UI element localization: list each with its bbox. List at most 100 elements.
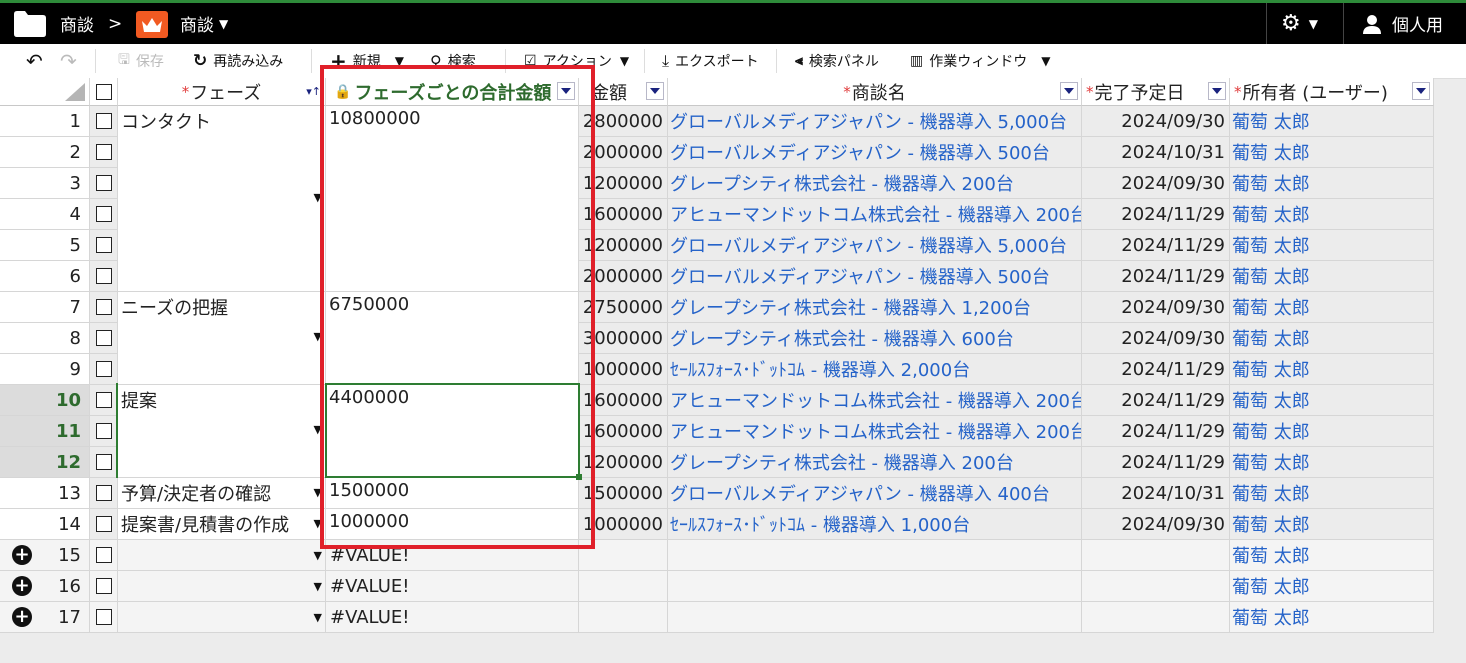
owner-link[interactable]: 葡萄 太郎 [1230,261,1434,292]
row-number[interactable]: 10 [0,385,90,416]
export-button[interactable]: ⤓ エクスポート [662,44,759,78]
deal-name-link[interactable]: ｾｰﾙｽﾌｫｰｽ･ﾄﾞｯﾄｺﾑ - 機器導入 1,000台 [668,509,1082,540]
close-date-cell[interactable]: 2024/10/31 [1082,137,1230,168]
add-row-icon[interactable]: + [12,576,32,596]
phase-total-cell[interactable]: #VALUE! [326,540,579,571]
owner-link[interactable]: 葡萄 太郎 [1230,292,1434,323]
row-checkbox[interactable] [95,299,112,315]
phase-total-cell[interactable]: 10800000 [326,106,579,292]
deal-name-link[interactable]: グレープシティ株式会社 - 機器導入 1,200台 [668,292,1082,323]
dropdown-caret-icon[interactable]: ▼ [314,580,322,593]
deal-name-link[interactable]: グローバルメディアジャパン - 機器導入 400台 [668,478,1082,509]
close-date-cell[interactable]: 2024/09/30 [1082,168,1230,199]
amount-cell[interactable]: 1600000 [579,416,668,447]
row-checkbox[interactable] [95,268,112,284]
deal-name-cell[interactable] [668,602,1082,633]
owner-link[interactable]: 葡萄 太郎 [1230,540,1434,571]
add-row-icon[interactable]: + [12,545,32,565]
undo-icon[interactable]: ↶ [26,44,43,78]
row-checkbox[interactable] [95,113,112,129]
deal-name-link[interactable]: グローバルメディアジャパン - 機器導入 500台 [668,137,1082,168]
deal-name-link[interactable]: アヒューマンドットコム株式会社 - 機器導入 200台 [668,416,1082,447]
page-title[interactable]: 商談 ▼ [180,3,228,44]
amount-cell[interactable] [579,571,668,602]
owner-link[interactable]: 葡萄 太郎 [1230,602,1434,633]
user-menu[interactable]: 個人用 [1362,3,1443,44]
phase-cell[interactable]: ▼ [118,540,326,571]
folder-icon[interactable] [14,11,46,37]
row-checkbox[interactable] [95,237,112,253]
row-number[interactable]: 14 [0,509,90,540]
amount-cell[interactable]: 1600000 [579,385,668,416]
row-number[interactable]: + 17 [0,602,90,633]
amount-cell[interactable]: 2750000 [579,292,668,323]
deal-name-link[interactable]: グレープシティ株式会社 - 機器導入 600台 [668,323,1082,354]
row-number[interactable]: + 15 [0,540,90,571]
filter-dropdown-icon[interactable] [1060,82,1078,100]
reload-button[interactable]: ↻ 再読み込み [193,44,283,78]
amount-cell[interactable]: 1200000 [579,168,668,199]
owner-link[interactable]: 葡萄 太郎 [1230,571,1434,602]
amount-cell[interactable]: 1600000 [579,199,668,230]
close-date-cell[interactable]: 2024/11/29 [1082,199,1230,230]
amount-cell[interactable] [579,602,668,633]
row-checkbox[interactable] [95,547,112,563]
deal-name-link[interactable]: アヒューマンドットコム株式会社 - 機器導入 200台 [668,385,1082,416]
dropdown-caret-icon[interactable]: ▼ [314,191,322,204]
deal-name-cell[interactable] [668,571,1082,602]
filter-dropdown-icon[interactable] [1208,82,1226,100]
row-checkbox[interactable] [95,361,112,377]
redo-icon[interactable]: ↷ [60,44,77,78]
owner-link[interactable]: 葡萄 太郎 [1230,323,1434,354]
column-header-owner[interactable]: * 所有者 (ユーザー) [1230,78,1434,106]
row-number[interactable]: + 16 [0,571,90,602]
phase-cell[interactable]: 提案 ▼ [118,385,326,478]
close-date-cell[interactable]: 2024/11/29 [1082,416,1230,447]
column-header-phase-total[interactable]: 🔒 フェーズごとの合計金額 [326,78,579,106]
row-number[interactable]: 3 [0,168,90,199]
close-date-cell[interactable]: 2024/10/31 [1082,478,1230,509]
row-checkbox[interactable] [95,485,112,501]
row-number[interactable]: 2 [0,137,90,168]
filter-dropdown-icon[interactable] [557,82,575,100]
dropdown-caret-icon[interactable]: ▼ [314,486,322,499]
owner-link[interactable]: 葡萄 太郎 [1230,137,1434,168]
row-checkbox[interactable] [95,609,112,625]
row-number[interactable]: 13 [0,478,90,509]
dropdown-caret-icon[interactable]: ▼ [314,517,322,530]
close-date-cell[interactable]: 2024/11/29 [1082,385,1230,416]
phase-total-cell[interactable]: 1500000 [326,478,579,509]
amount-cell[interactable]: 2000000 [579,137,668,168]
deal-name-link[interactable]: グレープシティ株式会社 - 機器導入 200台 [668,168,1082,199]
row-checkbox[interactable] [95,144,112,160]
add-row-icon[interactable]: + [12,607,32,627]
fill-handle[interactable] [576,474,582,480]
phase-total-cell[interactable]: 6750000 [326,292,579,385]
owner-link[interactable]: 葡萄 太郎 [1230,106,1434,137]
close-date-cell[interactable] [1082,602,1230,633]
close-date-cell[interactable] [1082,571,1230,602]
row-checkbox[interactable] [95,423,112,439]
amount-cell[interactable]: 1200000 [579,230,668,261]
search-panel-button[interactable]: ⫷ 検索パネル [795,44,879,78]
phase-total-cell[interactable]: 1000000 [326,509,579,540]
owner-link[interactable]: 葡萄 太郎 [1230,509,1434,540]
dropdown-caret-icon[interactable]: ▼ [314,549,322,562]
new-button[interactable]: + 新規 ▼ [330,44,404,78]
close-date-cell[interactable]: 2024/09/30 [1082,509,1230,540]
column-header-deal-name[interactable]: * 商談名 [668,78,1082,106]
row-number[interactable]: 8 [0,323,90,354]
owner-link[interactable]: 葡萄 太郎 [1230,478,1434,509]
row-checkbox[interactable] [95,454,112,470]
row-checkbox[interactable] [95,578,112,594]
owner-link[interactable]: 葡萄 太郎 [1230,230,1434,261]
save-button[interactable]: 🖫 保存 [118,44,164,78]
select-all-corner[interactable] [0,78,90,106]
row-checkbox[interactable] [95,175,112,191]
deal-name-link[interactable]: グローバルメディアジャパン - 機器導入 500台 [668,261,1082,292]
amount-cell[interactable]: 1500000 [579,478,668,509]
phase-cell[interactable]: コンタクト ▼ [118,106,326,292]
deal-name-cell[interactable] [668,540,1082,571]
search-button[interactable]: ⚲ 検索 [430,44,476,78]
amount-cell[interactable]: 1200000 [579,447,668,478]
